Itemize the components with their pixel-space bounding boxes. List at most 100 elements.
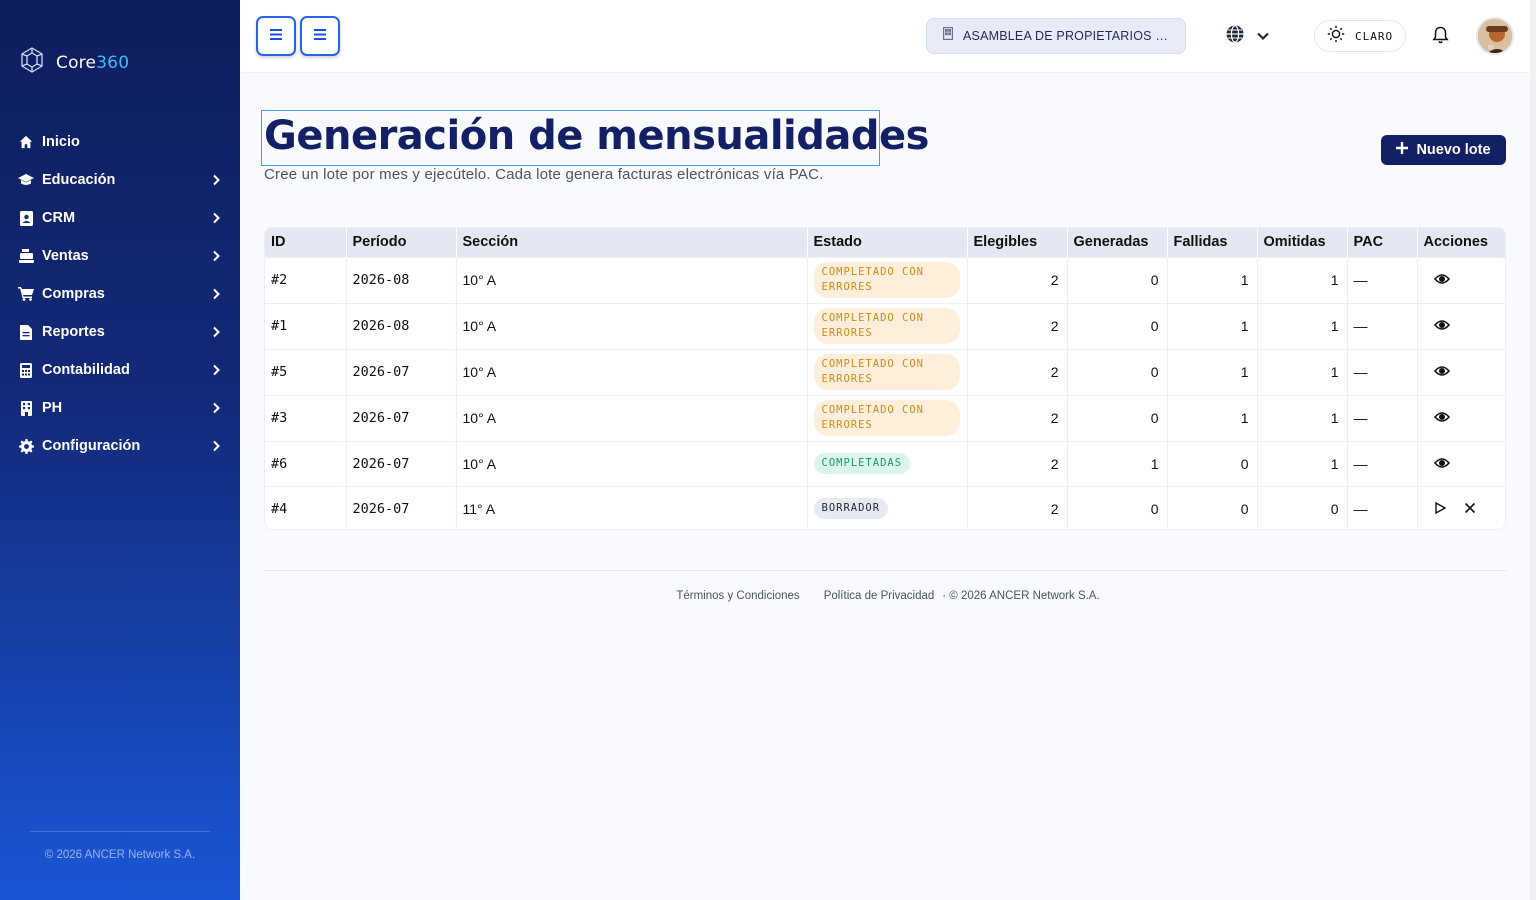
topbar: ASAMBLEA DE PROPIETARIOS DE … CLARO <box>240 0 1536 73</box>
cell-section: 10° A <box>456 441 808 486</box>
status-badge: COMPLETADAS <box>813 453 911 474</box>
table-row[interactable]: #5 2026-07 10° A COMPLETADO CON ERRORES 2 0 1 1… <box>265 349 1505 395</box>
calculator-icon <box>18 362 34 378</box>
sidebar-item-reportes[interactable]: Reportes <box>0 313 240 351</box>
cell-eligible: 2 <box>967 303 1068 349</box>
brand-logo[interactable]: Core360 <box>18 46 129 79</box>
new-batch-label: Nuevo lote <box>1416 142 1491 158</box>
scrollbar-thumb[interactable] <box>1530 0 1536 900</box>
run-batch-button[interactable] <box>1434 501 1446 517</box>
sidebar-divider <box>30 831 210 832</box>
view-batch-button[interactable] <box>1433 410 1450 426</box>
cell-eligible: 2 <box>967 486 1068 529</box>
privacy-link[interactable]: Política de Privacidad <box>824 590 935 602</box>
cell-section: 10° A <box>456 257 808 303</box>
cancel-batch-button[interactable] <box>1464 501 1476 517</box>
cell-omitted: 1 <box>1257 441 1348 486</box>
bell-icon <box>1432 26 1449 48</box>
cell-period: 2026-08 <box>346 257 457 303</box>
cell-omitted: 1 <box>1257 303 1348 349</box>
cell-section: 11° A <box>456 486 808 529</box>
chevron-right-icon <box>210 440 222 452</box>
sidebar-item-contabilidad[interactable]: Contabilidad <box>0 351 240 389</box>
view-icon <box>1433 410 1450 426</box>
cell-eligible: 2 <box>967 395 1068 441</box>
sidebar-item-compras[interactable]: Compras <box>0 275 240 313</box>
language-selector[interactable] <box>1226 25 1270 48</box>
sidebar-item-configuracion[interactable]: Configuración <box>0 427 240 465</box>
page-scrollbar[interactable] <box>1530 0 1536 900</box>
organization-selector[interactable]: ASAMBLEA DE PROPIETARIOS DE … <box>926 18 1186 54</box>
cell-period: 2026-07 <box>346 349 457 395</box>
cell-failed: 1 <box>1167 395 1258 441</box>
cell-failed: 0 <box>1167 441 1258 486</box>
chevron-right-icon <box>210 288 222 300</box>
cell-status: COMPLETADO CON ERRORES <box>807 349 968 395</box>
cell-generated: 0 <box>1067 257 1168 303</box>
cell-id: #6 <box>265 441 347 486</box>
cell-omitted: 1 <box>1257 395 1348 441</box>
status-badge: BORRADOR <box>813 498 889 520</box>
sidebar-item-ventas[interactable]: Ventas <box>0 237 240 275</box>
sidebar-item-label: Educación <box>42 172 116 188</box>
user-avatar[interactable] <box>1476 17 1514 55</box>
cell-generated: 1 <box>1067 441 1168 486</box>
building-icon <box>18 400 34 416</box>
cell-period: 2026-07 <box>346 395 457 441</box>
view-batch-button[interactable] <box>1433 364 1450 380</box>
play-icon <box>1434 501 1446 517</box>
view-icon <box>1433 272 1450 288</box>
cash-register-icon <box>18 248 34 264</box>
home-icon <box>18 134 34 150</box>
sidebar-item-crm[interactable]: CRM <box>0 199 240 237</box>
cell-generated: 0 <box>1067 395 1168 441</box>
table-row[interactable]: #2 2026-08 10° A COMPLETADO CON ERRORES 2 0 1 1… <box>265 257 1505 303</box>
batches-table: ID Período Sección Estado Elegibles Gene… <box>264 227 1506 530</box>
cell-id: #5 <box>265 349 347 395</box>
contact-card-icon <box>18 210 34 226</box>
graduation-cap-icon <box>18 172 34 188</box>
hamburger-icon <box>314 27 326 45</box>
notifications-button[interactable] <box>1432 26 1449 49</box>
sidebar-footer: © 2026 ANCER Network S.A. <box>44 849 196 861</box>
view-icon <box>1433 318 1450 334</box>
cell-generated: 0 <box>1067 349 1168 395</box>
terms-link[interactable]: Términos y Condiciones <box>676 590 799 602</box>
table-row[interactable]: #1 2026-08 10° A COMPLETADO CON ERRORES 2 0 1 1… <box>265 303 1505 349</box>
status-badge: COMPLETADO CON ERRORES <box>813 400 960 436</box>
chevron-right-icon <box>210 364 222 376</box>
cell-id: #1 <box>265 303 347 349</box>
table-row[interactable]: #4 2026-07 11° A BORRADOR 2 0 0 0— <box>265 486 1505 529</box>
new-batch-button[interactable]: Nuevo lote <box>1381 135 1506 165</box>
cell-generated: 0 <box>1067 303 1168 349</box>
page-subtitle: Cree un lote por mes y ejecútelo. Cada l… <box>264 166 824 183</box>
view-batch-button[interactable] <box>1433 456 1450 472</box>
status-badge: COMPLETADO CON ERRORES <box>813 308 960 344</box>
column-header-status: Estado <box>807 228 968 257</box>
chevron-down-icon <box>1256 28 1270 46</box>
cell-status: COMPLETADAS <box>807 441 968 486</box>
sidebar-item-label: Contabilidad <box>42 362 130 378</box>
sidebar-item-inicio[interactable]: Inicio <box>0 123 240 161</box>
sidebar-item-label: Configuración <box>42 438 141 454</box>
column-header-failed: Fallidas <box>1167 228 1258 257</box>
gear-icon <box>18 438 34 454</box>
sidebar-item-label: Reportes <box>42 324 105 340</box>
view-batch-button[interactable] <box>1433 272 1450 288</box>
sidebar-toggle-button[interactable] <box>256 16 296 56</box>
table-row[interactable]: #6 2026-07 10° A COMPLETADAS 2 1 0 1— <box>265 441 1505 486</box>
cell-pac: — <box>1347 441 1418 486</box>
sidebar-item-educacion[interactable]: Educación <box>0 161 240 199</box>
cell-id: #2 <box>265 257 347 303</box>
table-row[interactable]: #3 2026-07 10° A COMPLETADO CON ERRORES 2 0 1 1… <box>265 395 1505 441</box>
view-batch-button[interactable] <box>1433 318 1450 334</box>
sidebar-item-ph[interactable]: PH <box>0 389 240 427</box>
cell-failed: 1 <box>1167 349 1258 395</box>
theme-toggle[interactable]: CLARO <box>1314 20 1406 52</box>
cell-eligible: 2 <box>967 349 1068 395</box>
column-header-eligible: Elegibles <box>967 228 1068 257</box>
sidebar-item-label: Compras <box>42 286 105 302</box>
menu-toggle-button[interactable] <box>300 16 340 56</box>
column-header-id: ID <box>265 228 347 257</box>
cell-actions <box>1417 486 1505 529</box>
